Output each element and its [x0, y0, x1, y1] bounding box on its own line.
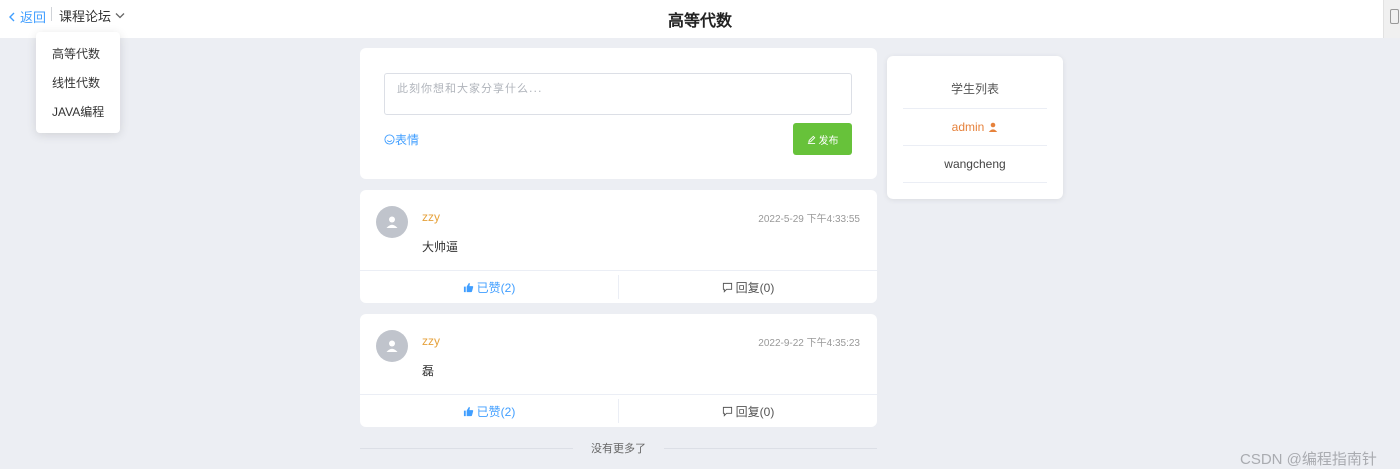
thumbs-up-icon: [463, 406, 473, 416]
edit-icon: [807, 135, 815, 144]
publish-button[interactable]: 发布: [793, 123, 852, 155]
emoji-button[interactable]: 表情: [384, 131, 419, 148]
post-input[interactable]: 此刻你想和大家分享什么...: [384, 73, 852, 115]
smile-icon: [384, 134, 395, 145]
top-bar: 返回 课程论坛 高等代数: [0, 0, 1400, 38]
post-username[interactable]: zzy: [422, 210, 440, 224]
post-time: 2022-9-22 下午4:35:23: [758, 338, 860, 349]
no-more-divider: 没有更多了: [360, 440, 877, 456]
course-menu-item[interactable]: JAVA编程: [36, 98, 120, 127]
reply-label: 回复(0): [735, 280, 775, 295]
post-card: zzy 2022-5-29 下午4:33:55 大帅逼 已赞(2) 回复(0): [360, 190, 877, 303]
avatar[interactable]: [376, 206, 408, 238]
divider-line: [664, 447, 877, 449]
post-actions: 已赞(2) 回复(0): [360, 270, 877, 303]
post-username[interactable]: zzy: [422, 334, 440, 348]
post-actions: 已赞(2) 回复(0): [360, 394, 877, 427]
student-item-wangcheng[interactable]: wangcheng: [903, 146, 1047, 183]
no-more-text: 没有更多了: [591, 443, 646, 455]
reply-button[interactable]: 回复(0): [619, 395, 877, 427]
divider-line: [360, 447, 573, 449]
watermark: CSDN @编程指南针: [1240, 451, 1377, 468]
user-icon: [386, 340, 398, 352]
course-menu-item[interactable]: 高等代数: [36, 40, 120, 69]
student-list-panel: 学生列表 admin wangcheng: [887, 56, 1063, 199]
reply-button[interactable]: 回复(0): [619, 271, 877, 303]
window-edge-control[interactable]: [1383, 0, 1400, 38]
emoji-label: 表情: [395, 133, 420, 147]
post-content: 大帅逼: [422, 240, 459, 254]
student-name: admin: [951, 120, 985, 134]
comment-icon: [722, 406, 732, 417]
post-composer: 此刻你想和大家分享什么... 表情 发布: [360, 48, 877, 179]
thumbs-up-icon: [463, 282, 473, 292]
comment-icon: [722, 282, 732, 293]
like-button[interactable]: 已赞(2): [360, 399, 619, 423]
publish-label: 发布: [818, 135, 839, 147]
reply-label: 回复(0): [735, 404, 775, 419]
like-label: 已赞(2): [476, 404, 516, 419]
page-title: 高等代数: [667, 13, 732, 30]
like-button[interactable]: 已赞(2): [360, 275, 619, 299]
user-icon: [386, 216, 398, 228]
student-item-admin[interactable]: admin: [903, 109, 1047, 146]
avatar[interactable]: [376, 330, 408, 362]
user-icon: [989, 122, 998, 132]
student-list-title: 学生列表: [903, 78, 1047, 109]
student-name: wangcheng: [944, 157, 1006, 171]
post-time: 2022-5-29 下午4:33:55: [758, 214, 860, 225]
course-dropdown: 高等代数 线性代数 JAVA编程: [36, 32, 120, 133]
course-menu-item[interactable]: 线性代数: [36, 69, 120, 98]
post-content: 磊: [422, 364, 435, 378]
post-card: zzy 2022-9-22 下午4:35:23 磊 已赞(2) 回复(0): [360, 314, 877, 427]
like-label: 已赞(2): [476, 280, 516, 295]
